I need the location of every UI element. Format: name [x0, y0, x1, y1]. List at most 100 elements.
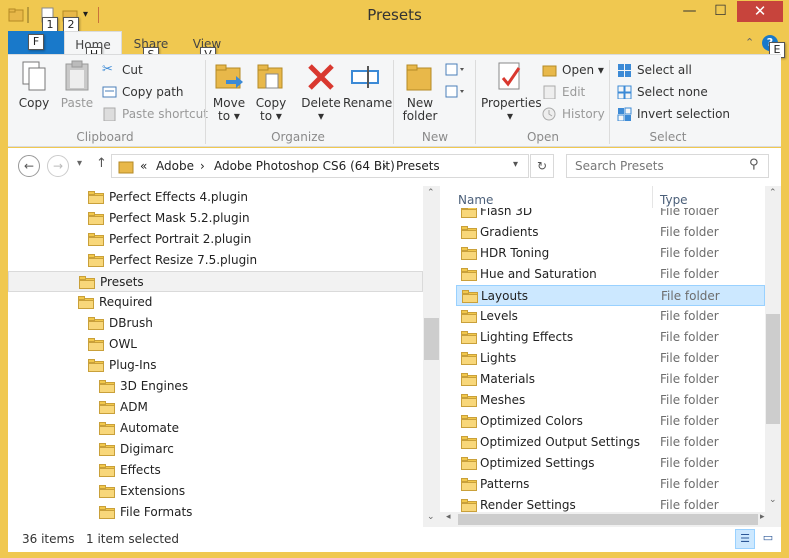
paste-button[interactable]: Paste — [59, 60, 95, 110]
scroll-right-arrow[interactable]: ▸ — [760, 512, 765, 522]
history-button[interactable]: History — [542, 104, 605, 124]
scroll-up-arrow[interactable]: ⌃ — [427, 188, 435, 198]
nav-tree-label: OWL — [109, 337, 137, 351]
move-to-button[interactable]: Move to ▾ — [210, 60, 248, 123]
file-scroll-thumb[interactable] — [766, 314, 780, 424]
window-title: Presets — [367, 6, 422, 24]
nav-tree-item[interactable]: Perfect Effects 4.plugin — [8, 187, 423, 208]
h-scroll-thumb[interactable] — [458, 514, 758, 525]
file-name: Hue and Saturation — [480, 267, 597, 281]
copy-label: Copy — [18, 96, 50, 110]
file-row[interactable]: Meshes File folder — [456, 390, 765, 411]
forward-button[interactable]: → — [47, 155, 69, 177]
file-row[interactable]: Materials File folder — [456, 369, 765, 390]
delete-button[interactable]: Delete ▾ — [300, 60, 342, 123]
ribbon-collapse-icon[interactable]: ⌃ — [745, 36, 754, 49]
address-bar[interactable]: « Adobe › Adobe Photoshop CS6 (64 Bit) ›… — [111, 154, 529, 178]
recent-locations-icon[interactable]: ▾ — [77, 158, 82, 169]
new-folder-button[interactable]: New folder — [400, 60, 440, 123]
column-divider[interactable] — [652, 186, 653, 208]
breadcrumb-adobe[interactable]: Adobe — [156, 159, 194, 173]
file-row[interactable]: Lights File folder — [456, 348, 765, 369]
breadcrumb-photoshop[interactable]: Adobe Photoshop CS6 (64 Bit) — [214, 159, 395, 173]
nav-scrollbar[interactable]: ⌃ ⌄ — [423, 186, 440, 527]
nav-tree-item[interactable]: Presets — [8, 271, 423, 292]
select-none-button[interactable]: Select none — [617, 82, 708, 102]
search-icon[interactable]: ⚲ — [749, 157, 759, 172]
select-all-button[interactable]: Select all — [617, 60, 692, 80]
details-view-icon[interactable]: ☰ — [735, 529, 755, 549]
invert-selection-button[interactable]: Invert selection — [617, 104, 730, 124]
new-folder-icon — [406, 64, 432, 91]
nav-tree-item[interactable]: Perfect Portrait 2.plugin — [8, 229, 423, 250]
large-icons-view-icon[interactable]: ▭ — [758, 529, 778, 549]
paste-shortcut-button[interactable]: Paste shortcut — [102, 104, 208, 124]
open-folder-icon — [542, 65, 557, 77]
nav-tree-item[interactable]: Digimarc — [8, 439, 423, 460]
file-row[interactable]: HDR Toning File folder — [456, 243, 765, 264]
nav-tree-item[interactable]: Perfect Resize 7.5.plugin — [8, 250, 423, 271]
breadcrumb-separator[interactable]: › — [382, 159, 387, 173]
easy-access-icon[interactable] — [445, 84, 467, 100]
address-dropdown-icon[interactable]: ▾ — [513, 159, 518, 170]
cut-button[interactable]: ✂ Cut — [102, 60, 143, 80]
nav-tree-item[interactable]: Perfect Mask 5.2.plugin — [8, 208, 423, 229]
file-row[interactable]: Optimized Settings File folder — [456, 453, 765, 474]
tab-file[interactable]: F — [8, 31, 64, 54]
back-button[interactable]: ← — [18, 155, 40, 177]
file-type: File folder — [660, 435, 719, 449]
copy-to-button[interactable]: Copy to ▾ — [252, 60, 290, 123]
search-input[interactable]: Search Presets ⚲ — [566, 154, 769, 178]
file-row[interactable]: Levels File folder — [456, 306, 765, 327]
file-row[interactable]: Hue and Saturation File folder — [456, 264, 765, 285]
nav-tree-item[interactable]: 3D Engines — [8, 376, 423, 397]
new-item-icon[interactable] — [445, 62, 467, 78]
file-row[interactable]: Optimized Output Settings File folder — [456, 432, 765, 453]
nav-scroll-thumb[interactable] — [424, 318, 439, 360]
breadcrumb-separator[interactable]: › — [200, 159, 205, 173]
properties-button[interactable]: Properties ▾ — [481, 60, 542, 123]
nav-tree-item[interactable]: Plug-Ins — [8, 355, 423, 376]
maximize-button[interactable]: ☐ — [705, 1, 736, 22]
file-row[interactable]: Layouts File folder — [456, 285, 765, 306]
nav-tree-item[interactable]: OWL — [8, 334, 423, 355]
invert-selection-icon — [617, 107, 632, 121]
copy-button[interactable]: Copy — [16, 60, 52, 110]
file-vertical-scrollbar[interactable]: ⌃ ⌄ — [765, 186, 781, 512]
up-button[interactable]: ↑ — [96, 156, 107, 171]
nav-tree-item[interactable]: Extensions — [8, 481, 423, 502]
close-button[interactable]: ✕ — [737, 1, 783, 22]
breadcrumb-overflow[interactable]: « — [140, 159, 147, 173]
file-name: Materials — [480, 372, 536, 386]
file-row[interactable]: Gradients File folder — [456, 222, 765, 243]
file-row[interactable]: Optimized Colors File folder — [456, 411, 765, 432]
history-label: History — [562, 107, 605, 121]
file-horizontal-scrollbar[interactable]: ◂ ▸ — [440, 512, 781, 527]
file-type: File folder — [660, 309, 719, 323]
nav-tree-item[interactable]: Required — [8, 292, 423, 313]
minimize-button[interactable]: — — [674, 1, 705, 22]
scroll-up-arrow[interactable]: ⌃ — [769, 188, 777, 198]
scroll-down-arrow[interactable]: ⌄ — [427, 512, 435, 522]
scroll-left-arrow[interactable]: ◂ — [446, 512, 451, 522]
rename-button[interactable]: Rename — [343, 60, 392, 110]
edit-button[interactable]: Edit — [542, 82, 585, 102]
copy-path-button[interactable]: Copy path — [102, 82, 184, 102]
breadcrumb-presets[interactable]: Presets — [396, 159, 440, 173]
refresh-icon[interactable]: ↻ — [530, 154, 554, 178]
folder-icon — [99, 380, 115, 393]
folder-icon — [461, 268, 477, 281]
scroll-down-arrow[interactable]: ⌄ — [769, 495, 777, 505]
file-list-pane: Render Settings File folder Patterns File f… — [440, 186, 765, 527]
nav-tree-item[interactable]: Effects — [8, 460, 423, 481]
open-button[interactable]: Open ▾ — [542, 60, 604, 80]
column-header-name[interactable]: Name — [458, 193, 493, 207]
nav-tree-item[interactable]: Automate — [8, 418, 423, 439]
folder-icon — [461, 478, 477, 491]
nav-tree-item[interactable]: ADM — [8, 397, 423, 418]
nav-tree-item[interactable]: File Formats — [8, 502, 423, 523]
file-row[interactable]: Lighting Effects File folder — [456, 327, 765, 348]
file-row[interactable]: Patterns File folder — [456, 474, 765, 495]
nav-tree-item[interactable]: DBrush — [8, 313, 423, 334]
column-header-type[interactable]: Type — [660, 193, 688, 207]
